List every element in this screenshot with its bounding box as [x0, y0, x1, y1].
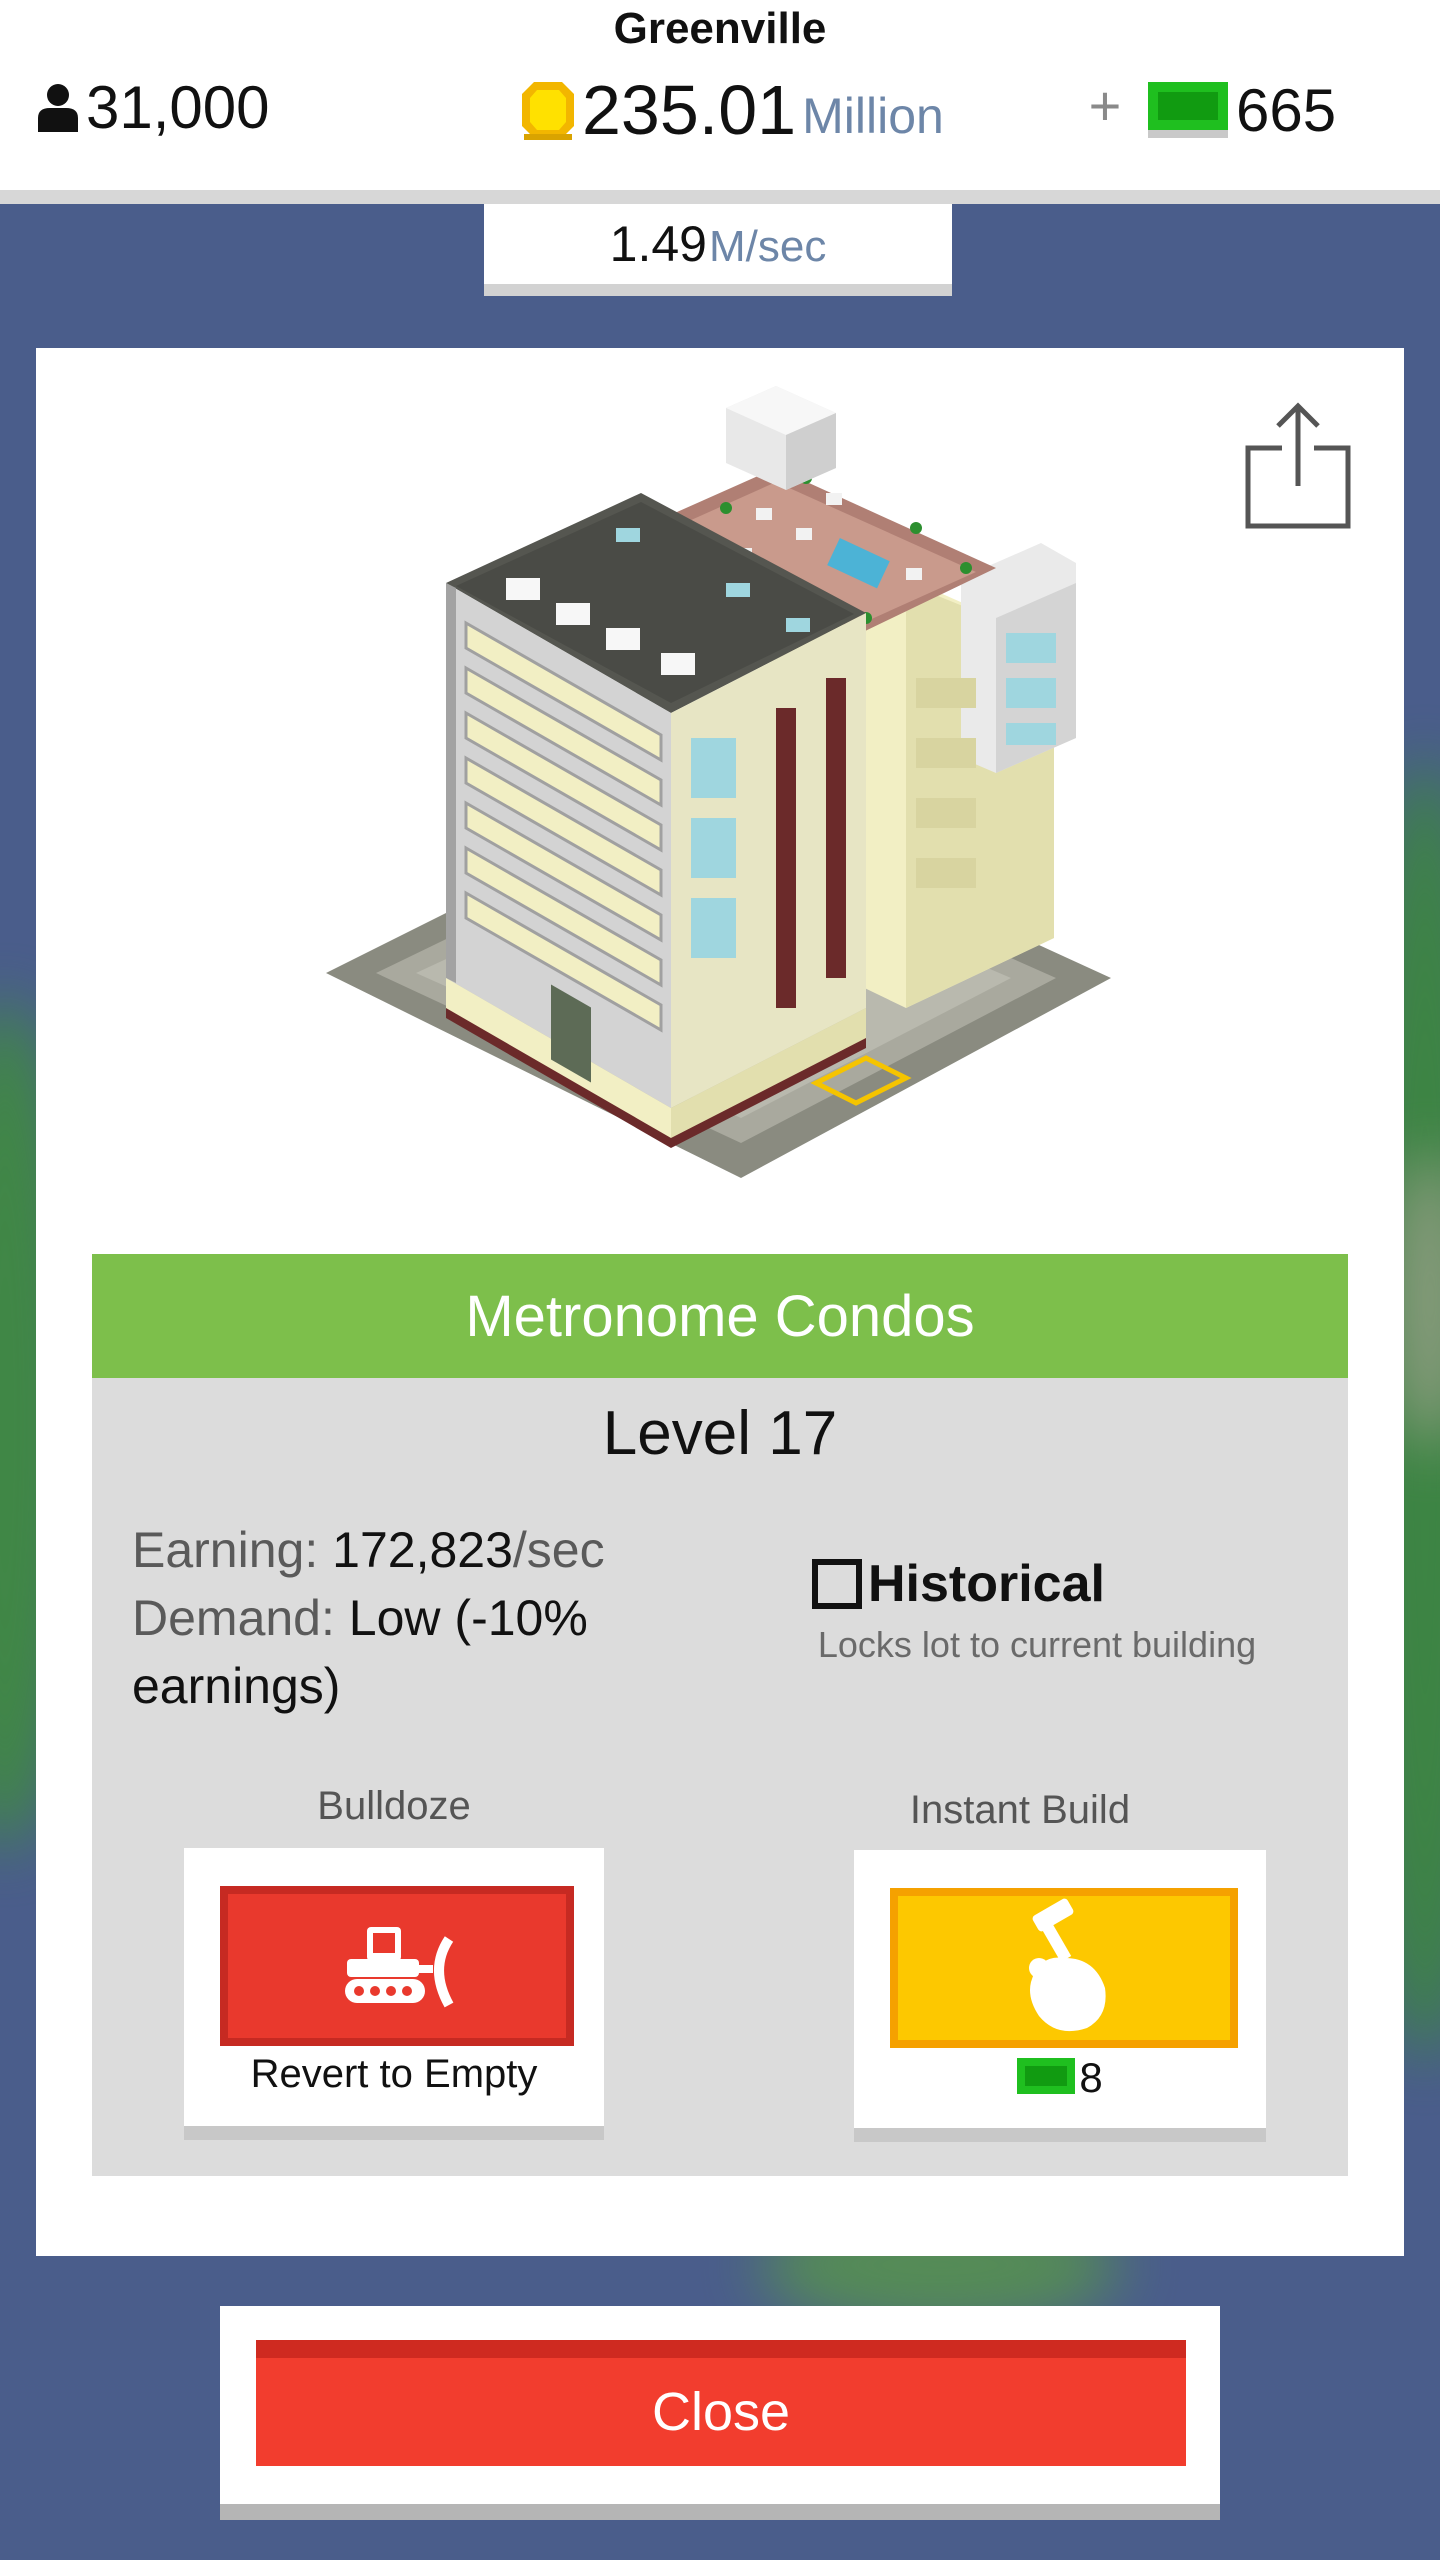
city-name: Greenville	[613, 4, 827, 53]
money-value: 235.01	[582, 71, 797, 149]
green-cash-icon	[1148, 82, 1228, 138]
instant-build-cost: 8	[854, 2054, 1266, 2102]
money-unit: Million	[802, 88, 944, 144]
bulldoze-card: Revert to Empty	[184, 1848, 604, 2140]
rate-value: 1.49	[609, 216, 707, 272]
bulldoze-label: Bulldoze	[317, 1784, 471, 1828]
historical-description: Locks lot to current building	[817, 1624, 1257, 1665]
earning-row: Earning: 172,823/sec	[132, 1516, 712, 1584]
person-icon	[38, 84, 78, 132]
building-details: Metronome Condos Level 17 Earning: 172,8…	[92, 1254, 1348, 2176]
instant-build-button[interactable]	[890, 1888, 1238, 2048]
building-stats: Earning: 172,823/sec Demand: Low (-10% e…	[132, 1516, 712, 1720]
building-level: Level 17	[602, 1399, 838, 1468]
earning-suffix: /sec	[512, 1522, 605, 1578]
rate-unit: M/sec	[708, 222, 827, 271]
income-rate-tab: 1.49 M/sec	[484, 204, 952, 296]
hammer-hand-icon	[1029, 1898, 1106, 2032]
cash-counter[interactable]: 665	[1148, 72, 1336, 148]
demand-row: Demand: Low (-10% earnings)	[132, 1584, 712, 1720]
population-value: 31,000	[86, 73, 270, 141]
bulldoze-button[interactable]	[220, 1886, 574, 2046]
historical-toggle[interactable]: Historical Locks lot to current building	[812, 1554, 1292, 1666]
cash-value: 665	[1236, 76, 1337, 144]
bulldozer-icon	[345, 1927, 454, 2008]
instant-build-cost-value: 8	[1079, 2054, 1103, 2101]
historical-checkbox[interactable]	[812, 1559, 862, 1609]
green-cash-icon	[1017, 2058, 1076, 2094]
top-status-bar: Greenville 31,000 235.01 Million + 665	[0, 0, 1440, 204]
coin-icon	[522, 82, 574, 140]
earning-value: 172,823	[332, 1522, 513, 1578]
earning-key: Earning:	[132, 1522, 319, 1578]
close-card: Close	[220, 2306, 1220, 2520]
instant-build-label: Instant Build	[909, 1788, 1131, 1832]
instant-build-card: 8	[854, 1850, 1266, 2142]
buy-cash-button[interactable]: +	[1080, 76, 1130, 136]
population-counter: 31,000	[36, 72, 270, 142]
building-info-panel: Metronome Condos Level 17 Earning: 172,8…	[36, 348, 1404, 2256]
close-button[interactable]: Close	[256, 2340, 1186, 2466]
bulldoze-caption: Revert to Empty	[250, 2052, 538, 2096]
demand-key: Demand:	[132, 1590, 335, 1646]
money-counter: 235.01 Million	[520, 70, 944, 150]
historical-label: Historical	[868, 1555, 1105, 1613]
building-illustration	[326, 386, 1111, 1178]
share-icon[interactable]	[1242, 400, 1354, 530]
building-name: Metronome Condos	[92, 1254, 1348, 1378]
